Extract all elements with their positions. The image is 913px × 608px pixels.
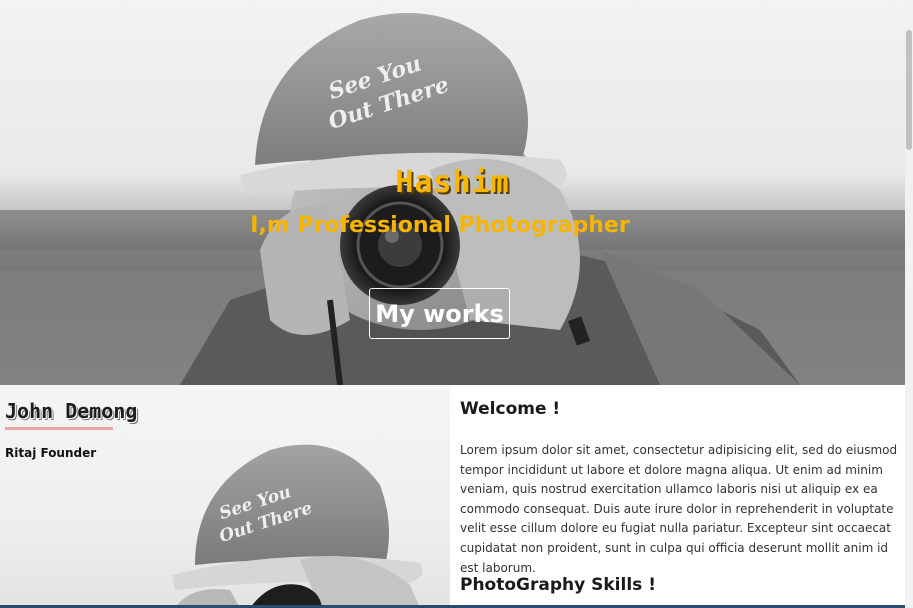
profile-panel: See You Out There John Demong Ritaj Foun… (0, 385, 450, 608)
hero-section: See You Out There Hashim I,m Professiona… (0, 0, 905, 385)
name-underline (5, 427, 113, 430)
welcome-heading: Welcome ! (460, 399, 561, 419)
hero-name: Hashim (395, 165, 510, 200)
welcome-panel: Welcome ! Lorem ipsum dolor sit amet, co… (450, 385, 905, 608)
profile-name: John Demong (5, 399, 138, 423)
welcome-text: Lorem ipsum dolor sit amet, consectetur … (460, 443, 898, 575)
my-works-button[interactable]: My works (369, 288, 510, 339)
page-scrollbar[interactable] (905, 0, 913, 608)
skills-heading: PhotoGraphy Skills ! (460, 575, 656, 595)
profile-role: Ritaj Founder (5, 446, 97, 460)
hero-subtitle: I,m Professional Photographer (250, 213, 630, 238)
hero-content: Hashim I,m Professional Photographer My … (0, 0, 905, 385)
scrollbar-thumb[interactable] (906, 30, 912, 150)
